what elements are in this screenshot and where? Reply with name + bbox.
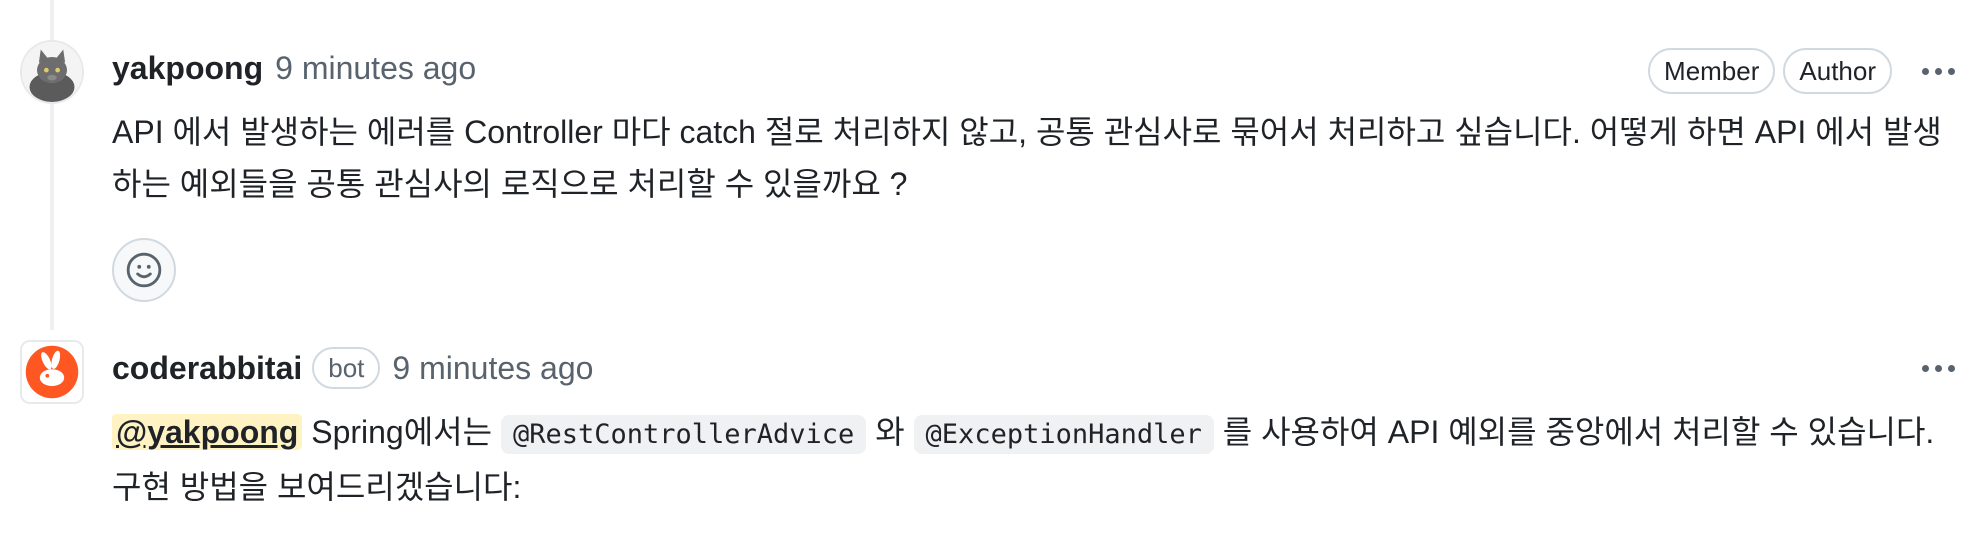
gray-cat-avatar-icon: [22, 42, 82, 102]
comment-body: API 에서 발생하는 에러를 Controller 마다 catch 절로 처…: [112, 114, 1942, 202]
more-options-icon[interactable]: [1912, 51, 1964, 91]
comment-actions: [1892, 348, 1976, 388]
author-name[interactable]: yakpoong: [112, 50, 263, 87]
comment-actions: Member Author: [1640, 48, 1976, 94]
comment-thread: yakpoong 9 minutes ago Member Author API…: [0, 0, 1976, 538]
inline-code: @ExceptionHandler: [913, 415, 1214, 454]
bot-badge: bot: [312, 347, 381, 389]
smiley-icon: [126, 252, 162, 288]
author-name[interactable]: coderabbitai: [112, 350, 302, 387]
comment-body: @yakpoong Spring에서는 @RestControllerAdvic…: [112, 406, 1952, 513]
timestamp[interactable]: 9 minutes ago: [392, 350, 593, 387]
body-text: 와: [866, 414, 914, 450]
avatar[interactable]: [20, 40, 84, 104]
body-text: Spring에서는: [302, 414, 501, 450]
avatar[interactable]: [20, 340, 84, 404]
inline-code: @RestControllerAdvice: [500, 415, 867, 454]
rabbit-logo-avatar-icon: [22, 342, 82, 402]
comment-header: coderabbitai bot 9 minutes ago: [112, 347, 593, 389]
add-reaction-button[interactable]: [112, 238, 176, 302]
timestamp[interactable]: 9 minutes ago: [275, 50, 476, 87]
author-badge: Author: [1783, 48, 1892, 94]
more-options-icon[interactable]: [1912, 348, 1964, 388]
comment-header: yakpoong 9 minutes ago: [112, 48, 476, 88]
user-mention-link[interactable]: @yakpoong: [112, 414, 303, 450]
member-badge: Member: [1648, 48, 1776, 94]
